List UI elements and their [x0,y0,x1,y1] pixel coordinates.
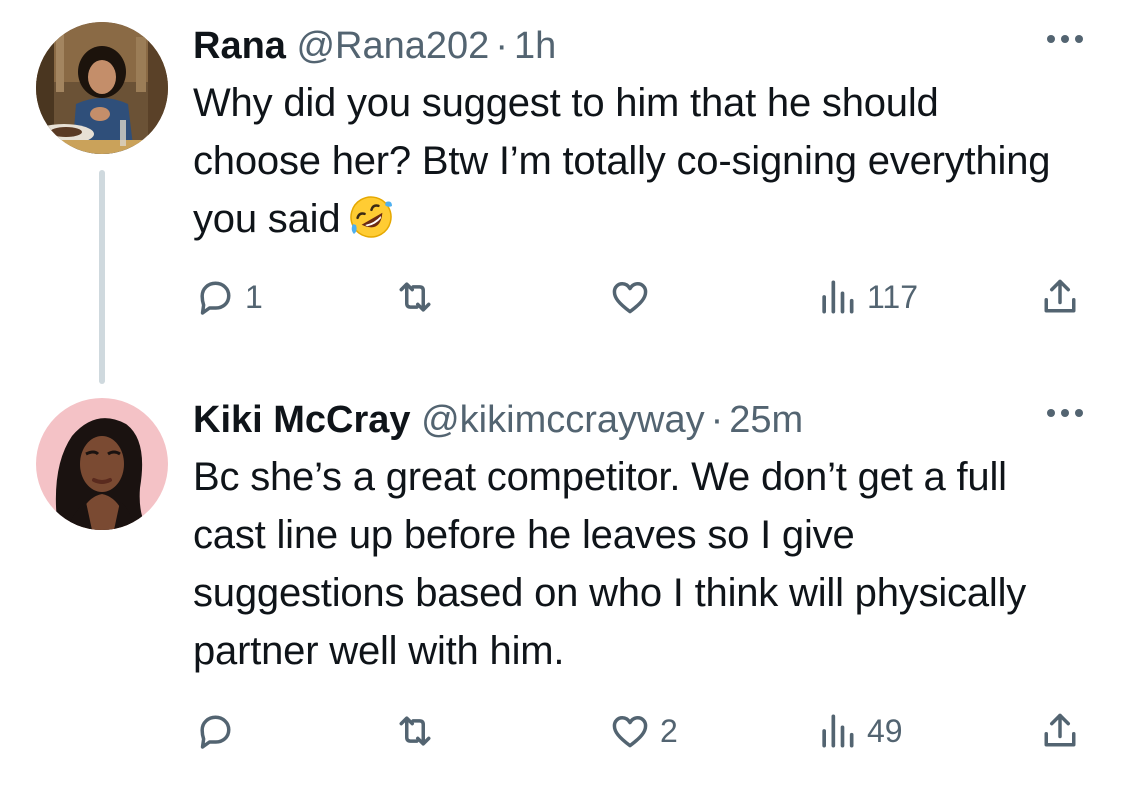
reply-button[interactable] [193,706,245,756]
tweet-text: Why did you suggest to him that he shoul… [193,74,1073,248]
views-button[interactable]: 117 [815,272,918,322]
reply-icon [200,281,231,315]
more-dots-icon [1047,409,1083,417]
tweet-actions-bar: 1 117 [193,272,1093,322]
share-upload-icon [1044,713,1076,747]
like-count: 2 [660,712,678,749]
tweet-body: Why did you suggest to him that he shoul… [193,81,1051,241]
user-handle[interactable]: @Rana202 [296,25,489,67]
avatar-photo [36,22,168,154]
retweet-button[interactable] [393,272,445,322]
rolling-on-floor-laughing-emoji-icon [350,196,393,238]
like-button[interactable]: 2 [608,706,678,756]
views-bar-chart-icon [822,280,854,314]
views-button[interactable]: 49 [815,706,903,756]
retweet-icon [399,282,431,312]
views-bar-chart-icon [822,714,854,748]
share-button[interactable] [1038,272,1082,322]
tweet-actions-bar: 2 49 [193,706,1093,756]
tweet-header: Rana @Rana202 · 1h [193,22,1083,70]
share-button[interactable] [1038,706,1082,756]
reply-icon [200,715,231,749]
more-options-button[interactable] [1043,398,1087,428]
avatar[interactable] [36,22,168,154]
separator-dot: · [710,399,724,441]
more-dots-icon [1047,35,1083,43]
heart-icon [612,716,648,748]
tweet-body: Bc she’s a great competitor. We don’t ge… [193,455,1027,673]
like-button[interactable] [608,272,660,322]
retweet-icon [399,716,431,746]
share-upload-icon [1044,279,1076,313]
tweet-header: Kiki McCray @kikimccrayway · 25m [193,396,1083,444]
timestamp[interactable]: 1h [514,25,556,67]
user-handle[interactable]: @kikimccrayway [421,399,704,441]
display-name[interactable]: Kiki McCray [193,399,411,441]
timestamp[interactable]: 25m [729,399,803,441]
more-options-button[interactable] [1043,24,1087,54]
retweet-button[interactable] [393,706,445,756]
display-name[interactable]: Rana [193,25,286,67]
separator-dot: · [495,25,508,67]
reply-count: 1 [245,278,263,315]
avatar-photo [36,398,168,530]
views-count: 49 [867,712,903,749]
views-count: 117 [867,278,919,315]
heart-icon [612,282,648,314]
tweet-text: Bc she’s a great competitor. We don’t ge… [193,448,1073,680]
reply-button[interactable]: 1 [193,272,263,322]
avatar[interactable] [36,398,168,530]
thread-connector-line [99,170,105,384]
